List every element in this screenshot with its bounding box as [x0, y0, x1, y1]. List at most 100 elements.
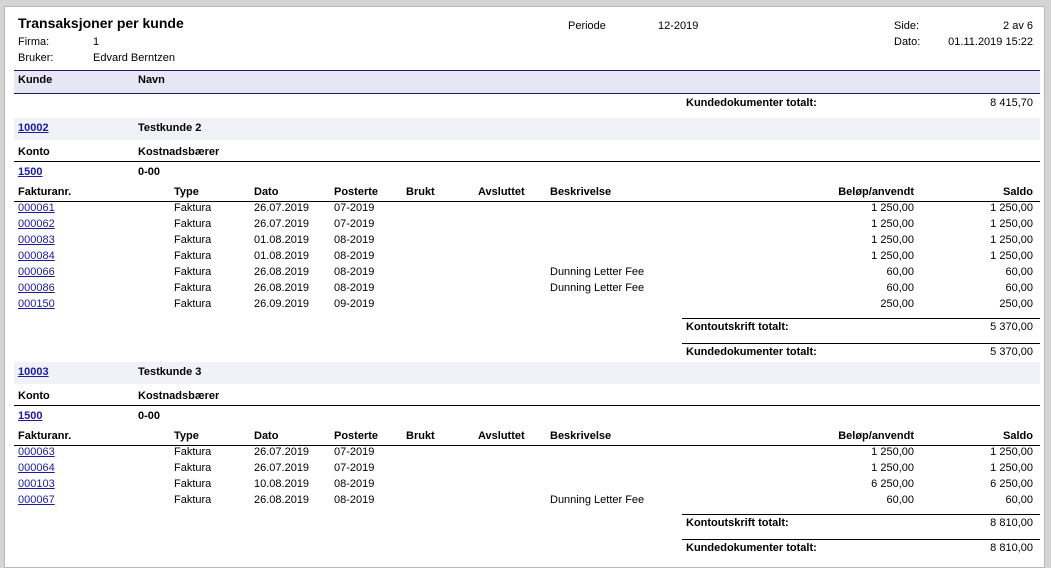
invoice-posted: 07-2019 — [334, 446, 375, 458]
invoice-amount: 1 250,00 — [871, 218, 914, 230]
firma-label: Firma: — [18, 36, 50, 48]
invoice-number-link[interactable]: 000062 — [18, 218, 55, 230]
invoice-number-link[interactable]: 000066 — [18, 266, 55, 278]
kundedokumenter-total-label: Kundedokumenter totalt: — [686, 346, 817, 358]
invoice-balance: 60,00 — [1005, 282, 1033, 294]
invoice-type: Faktura — [174, 446, 212, 458]
invoice-posted: 08-2019 — [334, 234, 375, 246]
invoice-posted: 08-2019 — [334, 266, 375, 278]
header-belop: Beløp/anvendt — [838, 430, 914, 442]
kontoutskrift-total-label: Kontoutskrift totalt: — [686, 321, 789, 333]
invoice-posted: 08-2019 — [334, 494, 375, 506]
invoice-number-link[interactable]: 000061 — [18, 202, 55, 214]
invoice-number-link[interactable]: 000103 — [18, 478, 55, 490]
invoice-amount: 60,00 — [886, 266, 914, 278]
invoice-date: 26.08.2019 — [254, 494, 310, 506]
invoice-balance: 250,00 — [999, 298, 1033, 310]
header-belop: Beløp/anvendt — [838, 186, 914, 198]
konto-link[interactable]: 1500 — [18, 166, 42, 178]
invoice-date: 26.07.2019 — [254, 462, 310, 474]
total-divider — [682, 514, 1040, 515]
invoice-number-link[interactable]: 000067 — [18, 494, 55, 506]
customer-name: Testkunde 2 — [138, 122, 202, 134]
periode-value: 12-2019 — [658, 20, 699, 32]
invoice-type: Faktura — [174, 298, 212, 310]
invoice-date: 01.08.2019 — [254, 250, 310, 262]
top-total-value: 8 415,70 — [990, 97, 1033, 109]
customer-id-link[interactable]: 10002 — [18, 122, 49, 134]
invoice-number-link[interactable]: 000084 — [18, 250, 55, 262]
bruker-value: Edvard Berntzen — [93, 52, 175, 64]
header-brukt: Brukt — [406, 186, 435, 198]
invoice-number-link[interactable]: 000063 — [18, 446, 55, 458]
invoice-description: Dunning Letter Fee — [550, 494, 645, 506]
invoice-amount: 250,00 — [880, 298, 914, 310]
invoice-type: Faktura — [174, 478, 212, 490]
dato-value: 01.11.2019 15:22 — [948, 36, 1033, 48]
customer-id-link[interactable]: 10003 — [18, 366, 49, 378]
invoice-date: 10.08.2019 — [254, 478, 310, 490]
invoice-number-link[interactable]: 000064 — [18, 462, 55, 474]
header-fakturanr: Fakturanr. — [18, 186, 72, 198]
header-posterte: Posterte — [334, 186, 379, 198]
side-value: 2 av 6 — [1003, 20, 1033, 32]
header-type: Type — [174, 186, 199, 198]
kontoutskrift-total-value: 5 370,00 — [990, 321, 1033, 333]
invoice-type: Faktura — [174, 234, 212, 246]
invoice-balance: 60,00 — [1005, 266, 1033, 278]
header-saldo: Saldo — [1003, 430, 1033, 442]
invoice-number-link[interactable]: 000150 — [18, 298, 55, 310]
konto-label: Konto — [18, 146, 50, 158]
invoice-posted: 09-2019 — [334, 298, 375, 310]
header-dato: Dato — [254, 430, 279, 442]
kundedokumenter-total-label: Kundedokumenter totalt: — [686, 542, 817, 554]
invoice-amount: 1 250,00 — [871, 250, 914, 262]
total-divider — [682, 318, 1040, 319]
header-beskrivelse: Beskrivelse — [550, 430, 612, 442]
invoice-amount: 1 250,00 — [871, 202, 914, 214]
invoice-date: 26.07.2019 — [254, 202, 310, 214]
column-kunde: Kunde — [18, 74, 53, 86]
kostnadsbaerer-value: 0-00 — [138, 166, 161, 178]
invoice-description: Dunning Letter Fee — [550, 266, 645, 278]
firma-value: 1 — [93, 36, 100, 48]
invoice-balance: 1 250,00 — [990, 202, 1033, 214]
invoice-posted: 07-2019 — [334, 462, 375, 474]
invoice-posted: 07-2019 — [334, 202, 375, 214]
invoice-amount: 1 250,00 — [871, 462, 914, 474]
column-navn: Navn — [138, 74, 165, 86]
invoice-posted: 07-2019 — [334, 218, 375, 230]
invoice-type: Faktura — [174, 202, 212, 214]
kontoutskrift-total-label: Kontoutskrift totalt: — [686, 517, 789, 529]
report-title: Transaksjoner per kunde — [18, 15, 184, 31]
invoice-number-link[interactable]: 000083 — [18, 234, 55, 246]
divider — [14, 161, 1040, 162]
invoice-type: Faktura — [174, 494, 212, 506]
report-page: Transaksjoner per kunde Firma: 1 Bruker:… — [4, 6, 1045, 568]
invoice-balance: 1 250,00 — [990, 234, 1033, 246]
header-fakturanr: Fakturanr. — [18, 430, 72, 442]
kostnadsbaerer-value: 0-00 — [138, 410, 161, 422]
invoice-balance: 1 250,00 — [990, 218, 1033, 230]
invoice-amount: 1 250,00 — [871, 234, 914, 246]
invoice-amount: 1 250,00 — [871, 446, 914, 458]
konto-link[interactable]: 1500 — [18, 410, 42, 422]
invoice-description: Dunning Letter Fee — [550, 282, 645, 294]
total-divider — [682, 539, 1040, 540]
invoice-date: 26.08.2019 — [254, 266, 310, 278]
top-total-label: Kundedokumenter totalt: — [686, 97, 817, 109]
header-brukt: Brukt — [406, 430, 435, 442]
invoice-date: 01.08.2019 — [254, 234, 310, 246]
invoice-date: 26.07.2019 — [254, 446, 310, 458]
header-avsluttet: Avsluttet — [478, 430, 525, 442]
invoice-type: Faktura — [174, 250, 212, 262]
invoice-type: Faktura — [174, 462, 212, 474]
invoice-balance: 1 250,00 — [990, 462, 1033, 474]
dato-label: Dato: — [894, 36, 921, 48]
bruker-label: Bruker: — [18, 52, 54, 64]
header-avsluttet: Avsluttet — [478, 186, 525, 198]
total-divider — [682, 343, 1040, 344]
invoice-date: 26.07.2019 — [254, 218, 310, 230]
invoice-number-link[interactable]: 000086 — [18, 282, 55, 294]
invoice-amount: 60,00 — [886, 282, 914, 294]
